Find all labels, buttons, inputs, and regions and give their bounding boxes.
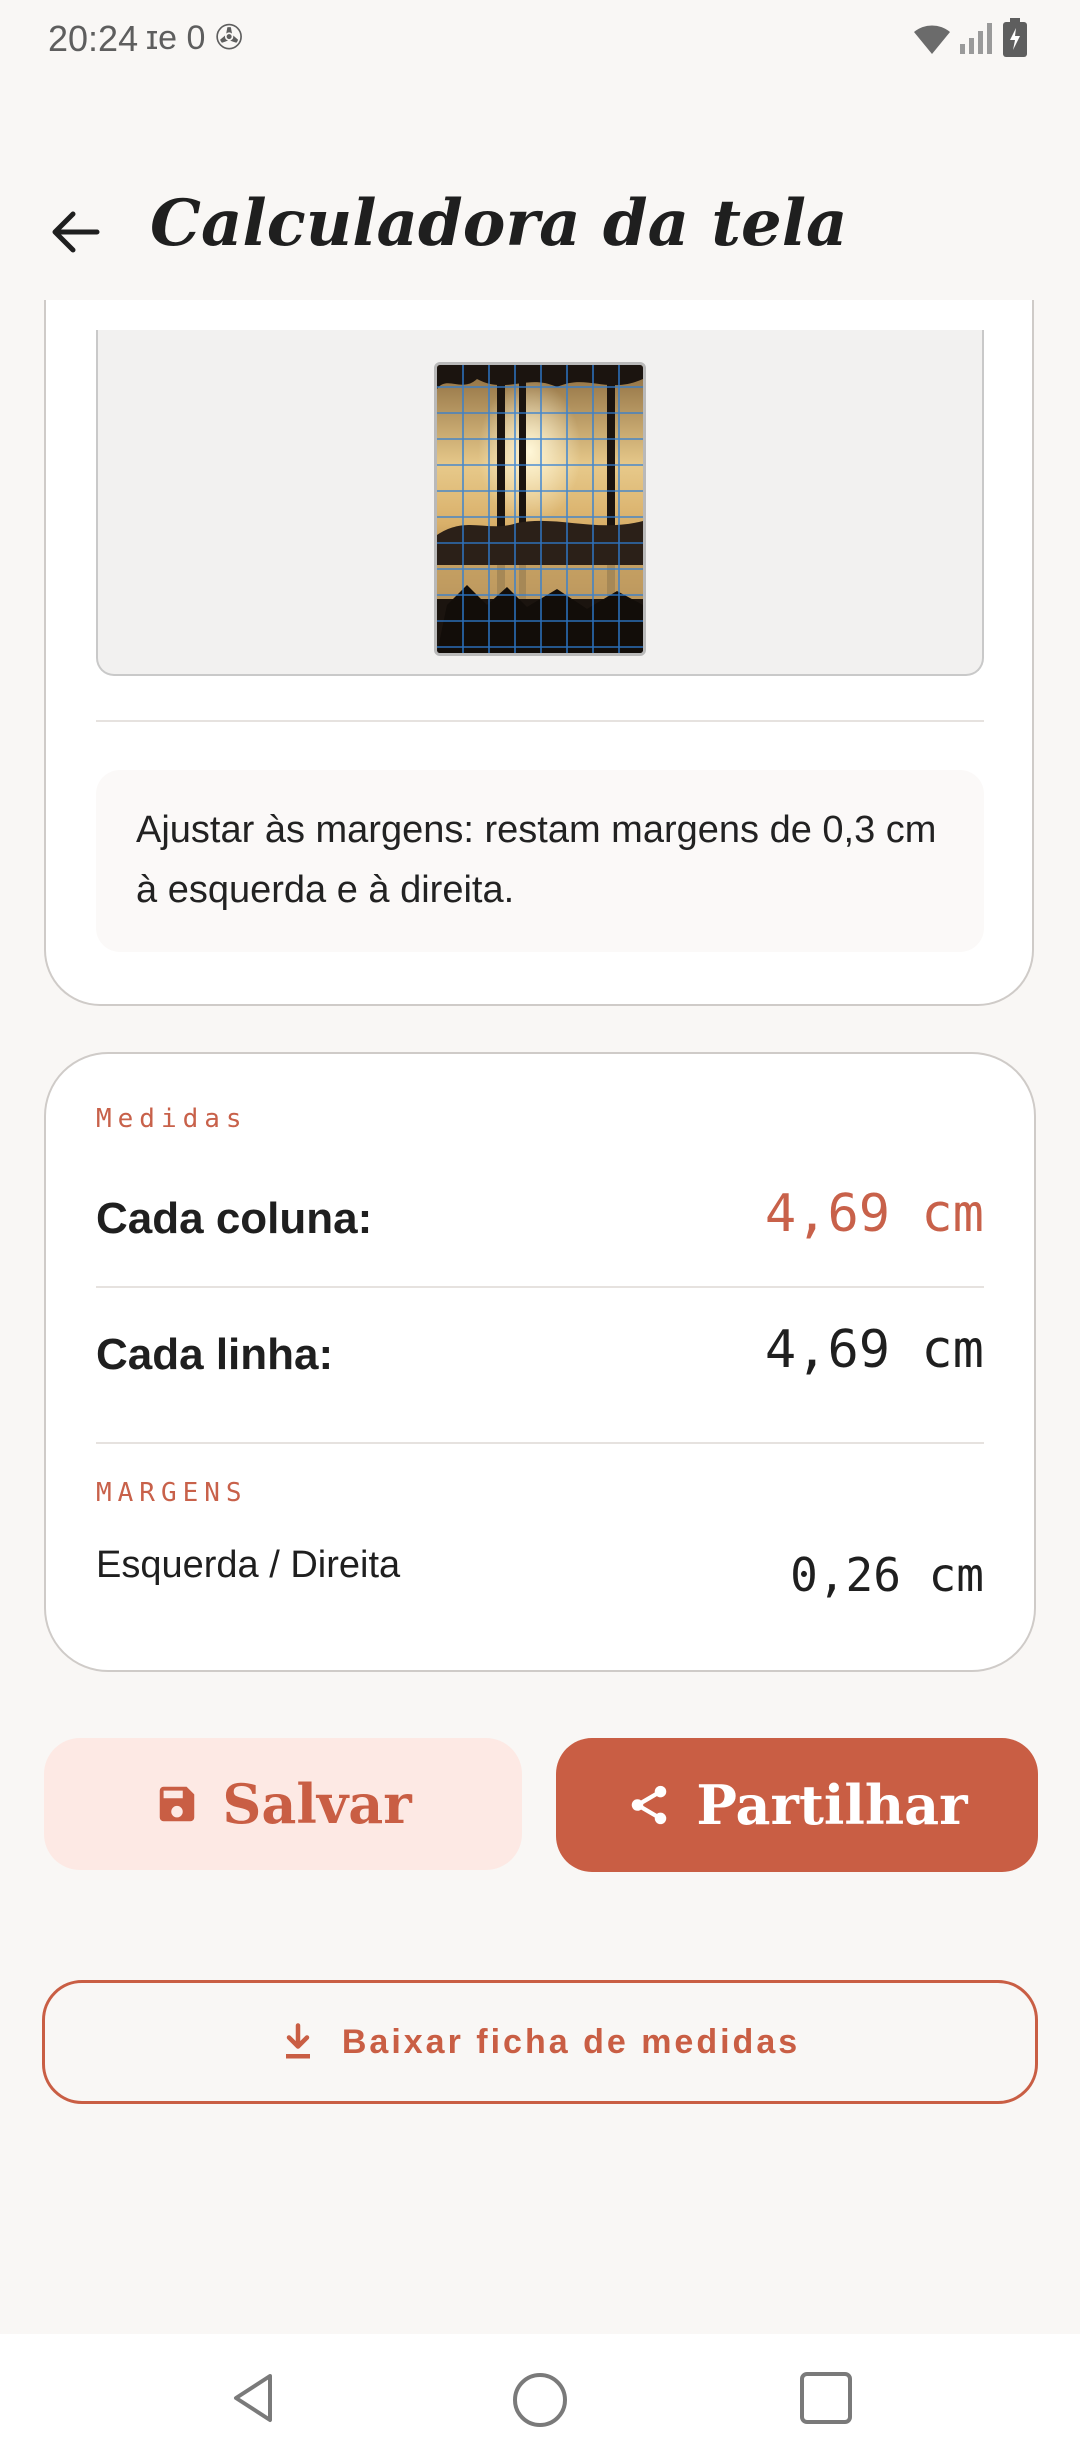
share-icon	[632, 1785, 667, 1825]
share-button[interactable]: Partilhar	[556, 1738, 1038, 1872]
page-title: Calculadora da tela	[150, 186, 848, 261]
fit-note-text: Ajustar às margens: restam margens de 0,…	[136, 809, 937, 911]
margins-label: Esquerda / Direita	[96, 1544, 401, 1586]
wifi-icon	[914, 25, 950, 54]
divider	[96, 720, 984, 722]
sunset-palm-photo	[437, 365, 643, 653]
download-sheet-label: Baixar ficha de medidas	[341, 2022, 801, 2061]
signal-icon	[960, 23, 992, 54]
floppy-disk-icon	[160, 1786, 195, 1822]
triangle-back-icon[interactable]	[226, 2370, 282, 2426]
save-button[interactable]: Salvar	[44, 1738, 522, 1870]
system-navigation-bar	[0, 2334, 1080, 2460]
status-notification-icons: ɪe 0 ✇	[146, 19, 244, 57]
row-value: 4,69 cm	[764, 1320, 984, 1380]
measures-overline: Medidas	[96, 1104, 248, 1134]
margins-value: 0,26 cm	[790, 1548, 984, 1602]
back-button[interactable]	[40, 196, 112, 268]
margins-overline: MARGENS	[96, 1478, 248, 1508]
column-label: Cada coluna:	[96, 1194, 373, 1243]
status-time: 20:24	[48, 18, 139, 59]
row-label: Cada linha:	[96, 1330, 334, 1379]
download-sheet-button[interactable]: Baixar ficha de medidas	[42, 1980, 1038, 2104]
square-recents-icon[interactable]	[798, 2370, 854, 2426]
arrow-left-icon	[52, 211, 100, 253]
divider	[96, 1286, 984, 1288]
save-button-label: Salvar	[222, 1772, 412, 1836]
share-button-label: Partilhar	[696, 1773, 968, 1837]
divider	[96, 1442, 984, 1444]
column-value: 4,69 cm	[764, 1184, 984, 1244]
circle-home-icon[interactable]	[510, 2370, 570, 2430]
battery-charging-icon	[1003, 18, 1027, 57]
download-icon	[285, 2023, 310, 2059]
canvas-grid-preview-image	[434, 362, 646, 656]
status-bar: 20:24 ɪe 0 ✇	[0, 0, 1080, 80]
